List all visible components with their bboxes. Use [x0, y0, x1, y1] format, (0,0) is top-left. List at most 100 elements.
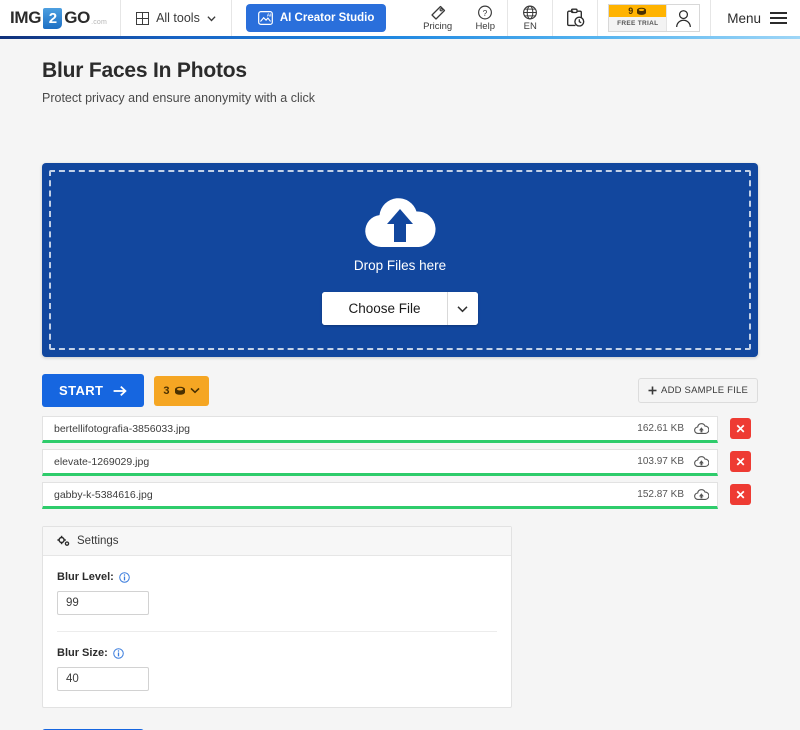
settings-header: Settings: [43, 527, 511, 556]
gears-icon: [57, 535, 70, 546]
tag-icon: [431, 5, 445, 20]
dropzone-text: Drop Files here: [353, 258, 447, 273]
logo[interactable]: IMG 2 GO .com: [0, 0, 122, 36]
table-row[interactable]: elevate-1269029.jpg 103.97 KB ✕: [42, 449, 751, 476]
help-link[interactable]: ? Help: [463, 0, 507, 36]
chevron-down-icon: [207, 15, 216, 21]
page-subtitle: Protect privacy and ensure anonymity wit…: [42, 91, 316, 105]
chevron-down-icon: [457, 305, 468, 312]
credit-usage-button[interactable]: 3: [154, 375, 209, 406]
logo-part-go: GO: [64, 8, 91, 27]
choose-file-button[interactable]: Choose File: [322, 292, 447, 325]
blur-size-input[interactable]: [57, 667, 149, 691]
file-size: 162.61 KB: [637, 423, 684, 434]
blur-level-input[interactable]: [57, 591, 149, 615]
file-row-wrap: elevate-1269029.jpg 103.97 KB ✕: [42, 449, 758, 476]
choose-file-group: Choose File: [322, 292, 478, 325]
settings-panel: Settings Blur Level: Blur Size:: [42, 526, 512, 708]
file-size: 103.97 KB: [637, 456, 684, 467]
blur-level-label-row: Blur Level:: [57, 571, 497, 583]
user-icon: [675, 9, 691, 27]
cloud-storage-icon: [694, 422, 709, 434]
coin-icon: [637, 7, 647, 15]
start-label-top: START: [59, 383, 104, 398]
file-row-wrap: gabby-k-5384616.jpg 152.87 KB ✕: [42, 482, 758, 509]
cloud-upload-icon: [365, 198, 436, 247]
history-button[interactable]: [553, 0, 597, 36]
file-name: gabby-k-5384616.jpg: [54, 488, 153, 501]
file-name: elevate-1269029.jpg: [54, 455, 150, 468]
language-label: EN: [523, 20, 537, 32]
page-content: Blur Faces In Photos Protect privacy and…: [0, 59, 800, 730]
info-icon[interactable]: [119, 571, 130, 583]
info-icon[interactable]: [112, 647, 124, 659]
choose-file-dropdown-button[interactable]: [446, 292, 478, 325]
ai-studio-cell: AI AI Creator Studio: [232, 0, 401, 36]
logo-text: IMG 2 GO .com: [10, 7, 108, 29]
logo-badge-2: 2: [43, 7, 63, 29]
start-button-top[interactable]: START: [42, 374, 145, 407]
settings-title: Settings: [77, 535, 119, 547]
grid-icon: [136, 11, 150, 25]
cloud-storage-icon: [694, 455, 709, 467]
account-button[interactable]: [666, 5, 700, 31]
arrow-right-icon: [113, 385, 128, 396]
globe-icon: [523, 5, 538, 19]
setting-blur-level: Blur Level:: [57, 556, 497, 631]
logo-part-img: IMG: [10, 8, 42, 27]
table-row[interactable]: gabby-k-5384616.jpg 152.87 KB ✕: [42, 482, 751, 509]
action-row: START 3 ADD SAMPLE FILE: [42, 374, 758, 407]
coin-icon: [174, 386, 185, 395]
trial-box[interactable]: 9 FREE TRIAL: [608, 4, 701, 32]
cloud-upload-icon[interactable]: [694, 422, 709, 435]
menu-button[interactable]: Menu: [711, 0, 800, 36]
header-spacer: [400, 0, 412, 36]
file-row-wrap: bertellifotografia-3856033.jpg 162.61 KB…: [42, 416, 758, 443]
remove-file-button[interactable]: ✕: [730, 484, 751, 505]
help-label: Help: [475, 20, 495, 32]
remove-file-button[interactable]: ✕: [730, 418, 751, 439]
setting-blur-size: Blur Size:: [57, 631, 497, 707]
plus-icon: [648, 386, 657, 395]
header-gradient-bar: [0, 36, 800, 39]
ai-creator-studio-label: AI Creator Studio: [279, 12, 375, 24]
app-header: IMG 2 GO .com All tools AI AI Creator Studi…: [0, 0, 800, 36]
chevron-down-icon: [189, 387, 200, 394]
all-tools-label: All tools: [156, 11, 200, 25]
all-tools-menu[interactable]: All tools: [121, 0, 232, 36]
trial-info[interactable]: 9 FREE TRIAL: [609, 5, 667, 31]
file-dropzone[interactable]: Drop Files here Choose File: [42, 163, 758, 357]
pricing-link[interactable]: Pricing: [412, 0, 463, 36]
trial-label: FREE TRIAL: [609, 17, 667, 31]
clipboard-clock-icon: [566, 8, 585, 27]
hamburger-icon: [770, 12, 787, 24]
cloud-upload-icon[interactable]: [694, 455, 709, 468]
svg-text:?: ?: [483, 7, 488, 17]
blur-level-label: Blur Level:: [57, 571, 114, 583]
file-list: bertellifotografia-3856033.jpg 162.61 KB…: [42, 416, 758, 509]
svg-text:AI: AI: [267, 13, 272, 18]
cloud-storage-icon: [694, 488, 709, 500]
remove-file-button[interactable]: ✕: [730, 451, 751, 472]
credit-counter: 9: [609, 5, 667, 17]
question-circle-icon: ?: [478, 5, 493, 19]
blur-size-label-row: Blur Size:: [57, 647, 497, 659]
blur-size-label: Blur Size:: [57, 647, 108, 659]
add-sample-file-button[interactable]: ADD SAMPLE FILE: [638, 378, 758, 403]
credit-count: 9: [628, 6, 634, 16]
language-selector[interactable]: EN: [508, 0, 552, 36]
ai-creator-studio-button[interactable]: AI AI Creator Studio: [245, 4, 387, 32]
file-size: 152.87 KB: [637, 489, 684, 500]
page-title: Blur Faces In Photos: [42, 59, 247, 82]
credit-usage-count: 3: [163, 384, 170, 397]
ai-image-icon: AI: [257, 11, 273, 25]
cloud-upload-icon[interactable]: [694, 488, 709, 501]
logo-suffix: .com: [91, 18, 108, 26]
table-row[interactable]: bertellifotografia-3856033.jpg 162.61 KB…: [42, 416, 751, 443]
pricing-label: Pricing: [423, 20, 453, 32]
menu-label: Menu: [727, 10, 761, 26]
file-name: bertellifotografia-3856033.jpg: [54, 422, 191, 435]
dropzone-inner: Drop Files here Choose File: [322, 195, 478, 325]
trial-cell: 9 FREE TRIAL: [597, 0, 712, 36]
add-sample-file-label: ADD SAMPLE FILE: [661, 385, 748, 396]
